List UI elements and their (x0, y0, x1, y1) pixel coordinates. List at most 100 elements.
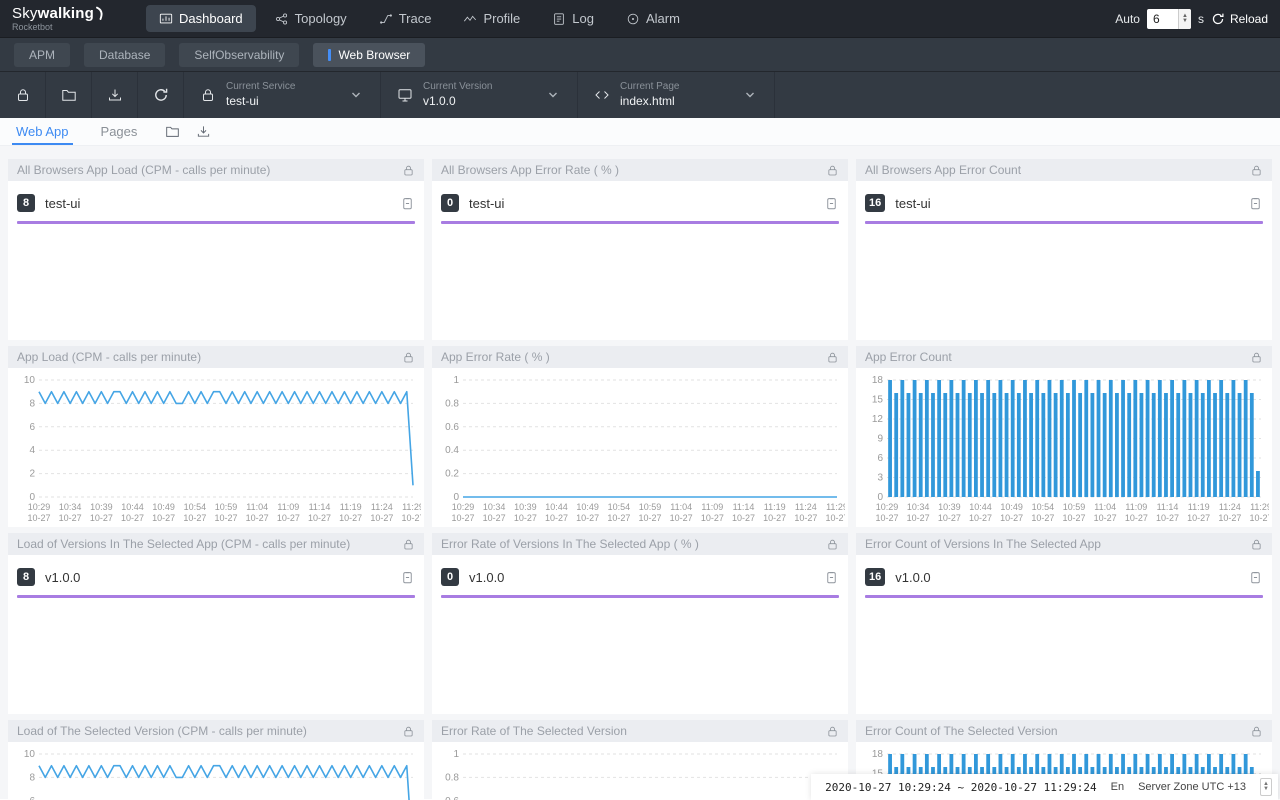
copy-icon[interactable] (400, 570, 415, 585)
copy-icon[interactable] (824, 196, 839, 211)
app-load-line-chart: 024681010:2910-2710:3410-2710:3910-2710:… (11, 370, 421, 527)
server-zone-stepper[interactable]: ▲▼ (1260, 778, 1272, 796)
lock-icon[interactable] (826, 351, 839, 364)
nav-item-dashboard[interactable]: Dashboard (146, 5, 256, 32)
svg-text:10:44: 10:44 (121, 502, 144, 512)
metric-row[interactable]: 16 test-ui (856, 181, 1272, 212)
svg-text:10:34: 10:34 (59, 502, 82, 512)
svg-text:10-27: 10-27 (794, 513, 817, 523)
svg-text:1: 1 (453, 375, 459, 386)
card-title: Load of Versions In The Selected App (CP… (17, 537, 402, 551)
lock-icon[interactable] (826, 538, 839, 551)
svg-text:10-27: 10-27 (670, 513, 693, 523)
refresh-templates-button[interactable] (138, 72, 184, 118)
lock-icon[interactable] (402, 725, 415, 738)
lock-icon[interactable] (1250, 538, 1263, 551)
copy-icon[interactable] (824, 570, 839, 585)
card-app-error-rate-chart: App Error Rate ( % ) 00.20.40.60.8110:29… (432, 346, 848, 527)
card-app-load-chart: App Load (CPM - calls per minute) 024681… (8, 346, 424, 527)
tab-pages[interactable]: Pages (97, 118, 142, 145)
svg-text:10:34: 10:34 (907, 502, 930, 512)
copy-icon[interactable] (400, 196, 415, 211)
export-template-button[interactable] (92, 72, 138, 118)
lock-icon[interactable] (1250, 725, 1263, 738)
svg-text:10: 10 (24, 375, 36, 386)
svg-text:10-27: 10-27 (339, 513, 362, 523)
metric-name: test-ui (895, 196, 1248, 211)
tab-selfobservability[interactable]: SelfObservability (179, 43, 299, 67)
svg-text:10-27: 10-27 (183, 513, 206, 523)
svg-text:11:19: 11:19 (764, 502, 786, 512)
svg-text:11:29: 11:29 (1250, 502, 1269, 512)
metric-row[interactable]: 0 test-ui (432, 181, 848, 212)
lock-icon[interactable] (826, 725, 839, 738)
card-title: All Browsers App Error Rate ( % ) (441, 163, 826, 177)
language-toggle[interactable]: En (1111, 781, 1124, 793)
tab-apm[interactable]: APM (14, 43, 70, 67)
nav-item-profile[interactable]: Profile (450, 5, 533, 32)
svg-text:8: 8 (29, 772, 35, 783)
lock-icon[interactable] (402, 164, 415, 177)
selector-label: Current Version (423, 81, 519, 94)
lock-icon[interactable] (826, 164, 839, 177)
selection-underline (17, 595, 415, 598)
svg-text:10-27: 10-27 (59, 513, 82, 523)
metric-row[interactable]: 16 v1.0.0 (856, 555, 1272, 586)
nav-item-alarm[interactable]: Alarm (613, 5, 693, 32)
metric-value-badge: 0 (441, 194, 459, 212)
nav-item-trace[interactable]: Trace (366, 5, 445, 32)
metric-value-badge: 16 (865, 194, 885, 212)
card-selected-version-load-chart: Load of The Selected Version (CPM - call… (8, 720, 424, 800)
svg-text:10-27: 10-27 (27, 513, 50, 523)
svg-text:2: 2 (29, 469, 35, 480)
nav-label: Topology (295, 11, 347, 26)
lock-icon[interactable] (1250, 164, 1263, 177)
auto-interval-input[interactable]: 6 ▲▼ (1147, 9, 1191, 29)
metric-name: test-ui (469, 196, 824, 211)
svg-text:10:34: 10:34 (483, 502, 506, 512)
lock-icon[interactable] (1250, 351, 1263, 364)
reload-button[interactable]: Reload (1211, 12, 1268, 26)
current-version-selector[interactable]: Current Version v1.0.0 (381, 72, 578, 118)
metric-value-badge: 0 (441, 568, 459, 586)
card-title: All Browsers App Error Count (865, 163, 1250, 177)
current-service-selector[interactable]: Current Service test-ui (184, 72, 381, 118)
svg-text:10-27: 10-27 (907, 513, 930, 523)
card-all-browsers-error-rate: All Browsers App Error Rate ( % ) 0 test… (432, 159, 848, 340)
auto-reload-controls: Auto 6 ▲▼ s Reload (1115, 9, 1268, 29)
nav-item-log[interactable]: Log (539, 5, 607, 32)
copy-icon[interactable] (1248, 570, 1263, 585)
logo-swoosh-icon (95, 6, 106, 21)
tab-label: Database (99, 48, 150, 62)
tab-database[interactable]: Database (84, 43, 165, 67)
nav-item-topology[interactable]: Topology (262, 5, 360, 32)
lock-icon[interactable] (402, 351, 415, 364)
dashboard-group-tabs: APM Database SelfObservability Web Brows… (0, 38, 1280, 72)
tab-web-app[interactable]: Web App (12, 118, 73, 145)
svg-text:10:59: 10:59 (215, 502, 238, 512)
svg-text:11:09: 11:09 (1125, 502, 1147, 512)
metric-row[interactable]: 0 v1.0.0 (432, 555, 848, 586)
tab-label: Web App (16, 124, 69, 139)
auto-interval-stepper[interactable]: ▲▼ (1178, 9, 1191, 29)
import-template-button[interactable] (46, 72, 92, 118)
add-tab-folder-button[interactable] (165, 118, 180, 145)
metric-row[interactable]: 8 test-ui (8, 181, 424, 212)
svg-text:10-27: 10-27 (1000, 513, 1023, 523)
current-page-selector[interactable]: Current Page index.html (578, 72, 775, 118)
svg-text:11:14: 11:14 (309, 502, 331, 512)
tab-web-browser[interactable]: Web Browser (313, 43, 425, 67)
lock-edit-button[interactable] (0, 72, 46, 118)
time-range-picker[interactable]: 2020-10-27 10:29:24 ~ 2020-10-27 11:29:2… (825, 781, 1097, 794)
card-all-browsers-app-load: All Browsers App Load (CPM - calls per m… (8, 159, 424, 340)
svg-text:0.8: 0.8 (445, 398, 459, 409)
svg-text:10-27: 10-27 (121, 513, 144, 523)
export-tab-button[interactable] (196, 118, 211, 145)
svg-text:10-27: 10-27 (90, 513, 113, 523)
metric-row[interactable]: 8 v1.0.0 (8, 555, 424, 586)
selection-underline (17, 221, 415, 224)
alarm-icon (626, 12, 640, 26)
copy-icon[interactable] (1248, 196, 1263, 211)
lock-icon[interactable] (402, 538, 415, 551)
card-title: All Browsers App Load (CPM - calls per m… (17, 163, 402, 177)
